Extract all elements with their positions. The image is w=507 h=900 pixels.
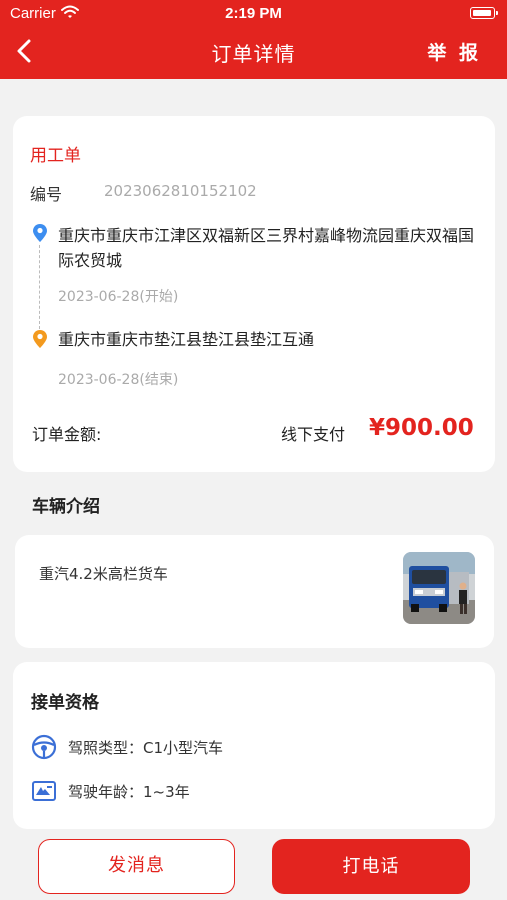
vehicle-photo[interactable] bbox=[403, 552, 475, 624]
status-bar: Carrier 2:19 PM bbox=[0, 0, 507, 28]
vehicle-section-title: 车辆介绍 bbox=[32, 497, 100, 517]
route-line bbox=[39, 245, 40, 329]
start-date: 2023-06-28(开始) bbox=[58, 289, 179, 305]
driving-years: 驾驶年龄：1~3年 bbox=[68, 783, 190, 801]
payment-method: 线下支付 bbox=[281, 425, 346, 444]
start-address: 重庆市重庆市江津区双福新区三界村嘉峰物流园重庆双福国际农贸城 bbox=[58, 226, 475, 270]
id-card-icon bbox=[32, 781, 56, 801]
order-amount-label: 订单金额: bbox=[32, 425, 102, 444]
start-location-pin-icon bbox=[33, 224, 47, 242]
vehicle-card: 重汽4.2米高栏货车 bbox=[15, 535, 494, 648]
bottom-action-bar: 发消息 打电话 bbox=[0, 829, 507, 900]
end-location-pin-icon bbox=[33, 330, 47, 348]
order-card: 用工单 编号 2023062810152102 重庆市重庆市江津区双福新区三界村… bbox=[13, 116, 495, 472]
order-number-label: 编号 bbox=[30, 185, 63, 204]
order-type: 用工单 bbox=[30, 146, 81, 166]
license-type: 驾照类型：C1小型汽车 bbox=[68, 739, 224, 757]
navigation-header: Carrier 2:19 PM 订单详情 举 报 bbox=[0, 0, 507, 79]
vehicle-description: 重汽4.2米高栏货车 bbox=[39, 565, 168, 583]
end-date: 2023-06-28(结束) bbox=[58, 372, 179, 388]
end-address: 重庆市重庆市垫江县垫江县垫江互通 bbox=[58, 330, 315, 349]
report-button[interactable]: 举 报 bbox=[427, 38, 481, 65]
send-message-button[interactable]: 发消息 bbox=[38, 839, 235, 894]
order-price: ¥900.00 bbox=[369, 415, 474, 441]
steering-wheel-icon bbox=[31, 734, 57, 760]
qualification-card: 接单资格 驾照类型：C1小型汽车 驾驶年龄：1~3年 bbox=[13, 662, 495, 829]
battery-icon bbox=[470, 7, 498, 19]
order-number: 2023062810152102 bbox=[104, 182, 257, 200]
clock: 2:19 PM bbox=[225, 5, 282, 22]
qualification-section-title: 接单资格 bbox=[31, 693, 99, 713]
call-button[interactable]: 打电话 bbox=[272, 839, 470, 894]
